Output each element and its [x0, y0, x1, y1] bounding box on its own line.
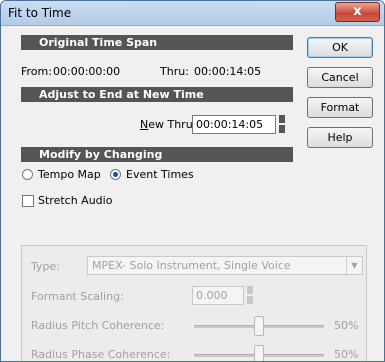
adjust-header: Adjust to End at New Time	[21, 87, 293, 102]
thru-label: Thru:	[160, 65, 189, 78]
phase-coherence-slider[interactable]	[254, 345, 264, 361]
pitch-coherence-value: 50%	[334, 319, 359, 332]
new-thru-input[interactable]: 00:00:14:05	[192, 115, 276, 134]
close-button[interactable]: x	[335, 2, 380, 22]
formant-scaling-spinner[interactable]	[247, 286, 253, 305]
pitch-coherence-slider[interactable]	[254, 316, 264, 336]
from-value: 00:00:00:00	[53, 65, 121, 78]
thru-value: 00:00:14:05	[194, 65, 262, 78]
ok-button[interactable]: OK	[307, 37, 373, 58]
formant-scaling-input[interactable]: 0.000	[192, 286, 244, 305]
original-time-span-header: Original Time Span	[21, 35, 293, 50]
fit-to-time-dialog: Fit to Time x Original Time Span From: 0…	[0, 0, 385, 362]
pitch-coherence-label: Radius Pitch Coherence:	[31, 319, 165, 332]
window-title: Fit to Time	[8, 6, 72, 20]
cancel-button[interactable]: Cancel	[307, 67, 373, 88]
event-times-radio[interactable]	[110, 169, 121, 180]
audio-stretch-panel: Type: MPEX- Solo Instrument, Single Voic…	[21, 245, 367, 361]
tempo-map-label: Tempo Map	[38, 168, 101, 181]
tempo-map-radio[interactable]	[22, 169, 33, 180]
from-label: From:	[21, 65, 52, 78]
new-thru-label: New Thru:	[140, 118, 197, 131]
modify-header: Modify by Changing	[21, 147, 293, 162]
chevron-down-icon: ▼	[346, 257, 362, 274]
event-times-label: Event Times	[126, 168, 194, 181]
type-select[interactable]: MPEX- Solo Instrument, Single Voice ▼	[87, 256, 363, 275]
title-bar: Fit to Time x	[1, 1, 384, 26]
stretch-audio-label: Stretch Audio	[38, 194, 113, 207]
formant-scaling-label: Formant Scaling:	[31, 290, 124, 303]
phase-coherence-value: 50%	[334, 348, 359, 361]
dialog-body: Original Time Span From: 00:00:00:00 Thr…	[7, 29, 379, 361]
type-select-value: MPEX- Solo Instrument, Single Voice	[92, 259, 291, 272]
phase-coherence-label: Radius Phase Coherence:	[31, 348, 171, 361]
new-thru-spinner[interactable]	[279, 115, 285, 134]
format-button[interactable]: Format	[307, 97, 373, 118]
type-label: Type:	[31, 260, 60, 273]
help-button[interactable]: Help	[307, 127, 373, 148]
stretch-audio-checkbox[interactable]	[22, 195, 34, 207]
